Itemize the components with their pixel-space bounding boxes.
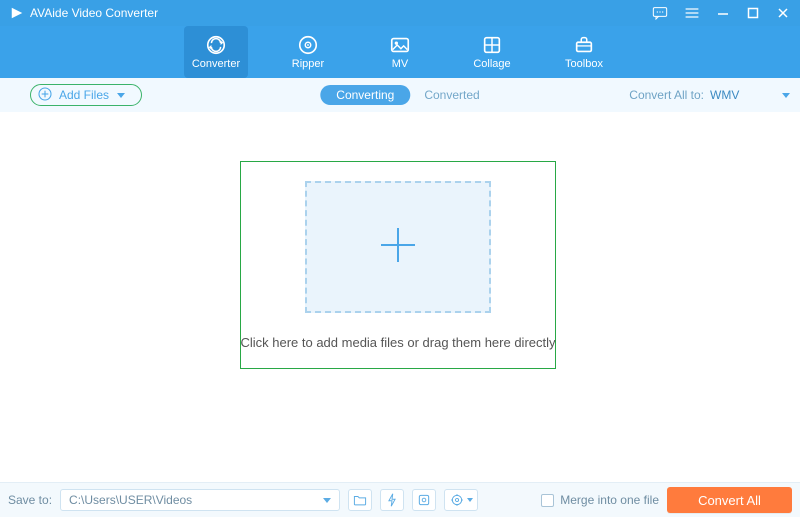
drop-zone-message: Click here to add media files or drag th… xyxy=(240,335,556,350)
nav-label: Converter xyxy=(192,58,240,70)
merge-checkbox[interactable]: Merge into one file xyxy=(541,493,659,507)
convert-all-button[interactable]: Convert All xyxy=(667,487,792,513)
merge-label: Merge into one file xyxy=(560,493,659,507)
main-area: Click here to add media files or drag th… xyxy=(0,112,800,482)
tab-converting[interactable]: Converting xyxy=(320,85,410,105)
app-title: AVAide Video Converter xyxy=(30,6,158,20)
plus-icon xyxy=(373,220,423,275)
titlebar: AVAide Video Converter xyxy=(0,0,800,26)
nav-collage[interactable]: Collage xyxy=(460,26,524,78)
save-to-label: Save to: xyxy=(8,493,52,507)
add-files-button[interactable]: Add Files xyxy=(30,84,142,106)
chevron-down-icon xyxy=(782,93,790,98)
main-menu-icon[interactable] xyxy=(684,6,700,20)
window-controls xyxy=(652,6,790,20)
window-minimize-icon[interactable] xyxy=(716,6,730,20)
nav-label: Collage xyxy=(473,58,510,70)
open-folder-button[interactable] xyxy=(348,489,372,511)
main-nav: Converter Ripper MV Collage Toolbox xyxy=(0,26,800,78)
convert-all-value: WMV xyxy=(710,88,739,102)
add-files-label: Add Files xyxy=(59,88,109,102)
chevron-down-icon xyxy=(467,498,473,502)
titlebar-left: AVAide Video Converter xyxy=(10,6,158,20)
chevron-down-icon xyxy=(117,93,125,98)
status-tabs: Converting Converted xyxy=(320,85,479,105)
high-speed-button[interactable] xyxy=(412,489,436,511)
chevron-down-icon xyxy=(323,498,331,503)
nav-ripper[interactable]: Ripper xyxy=(276,26,340,78)
tab-converted[interactable]: Converted xyxy=(424,88,479,102)
save-to-path-value: C:\Users\USER\Videos xyxy=(69,493,192,507)
feedback-icon[interactable] xyxy=(652,6,668,20)
save-to-path-select[interactable]: C:\Users\USER\Videos xyxy=(60,489,340,511)
convert-all-target: Convert All to: WMV xyxy=(629,88,790,102)
plus-circle-icon xyxy=(37,86,53,105)
nav-label: Toolbox xyxy=(565,58,603,70)
window-close-icon[interactable] xyxy=(776,6,790,20)
convert-all-label: Convert All to: xyxy=(629,88,704,102)
nav-label: MV xyxy=(392,58,409,70)
drop-zone[interactable] xyxy=(305,181,491,313)
convert-all-select[interactable]: WMV xyxy=(710,88,790,102)
subbar: Add Files Converting Converted Convert A… xyxy=(0,78,800,112)
nav-label: Ripper xyxy=(292,58,324,70)
nav-toolbox[interactable]: Toolbox xyxy=(552,26,616,78)
nav-mv[interactable]: MV xyxy=(368,26,432,78)
nav-converter[interactable]: Converter xyxy=(184,26,248,78)
gpu-accel-button[interactable] xyxy=(380,489,404,511)
window-maximize-icon[interactable] xyxy=(746,6,760,20)
footer: Save to: C:\Users\USER\Videos Merge into… xyxy=(0,482,800,517)
checkbox-icon xyxy=(541,494,554,507)
app-logo-icon xyxy=(10,6,24,20)
settings-dropdown[interactable] xyxy=(444,489,478,511)
